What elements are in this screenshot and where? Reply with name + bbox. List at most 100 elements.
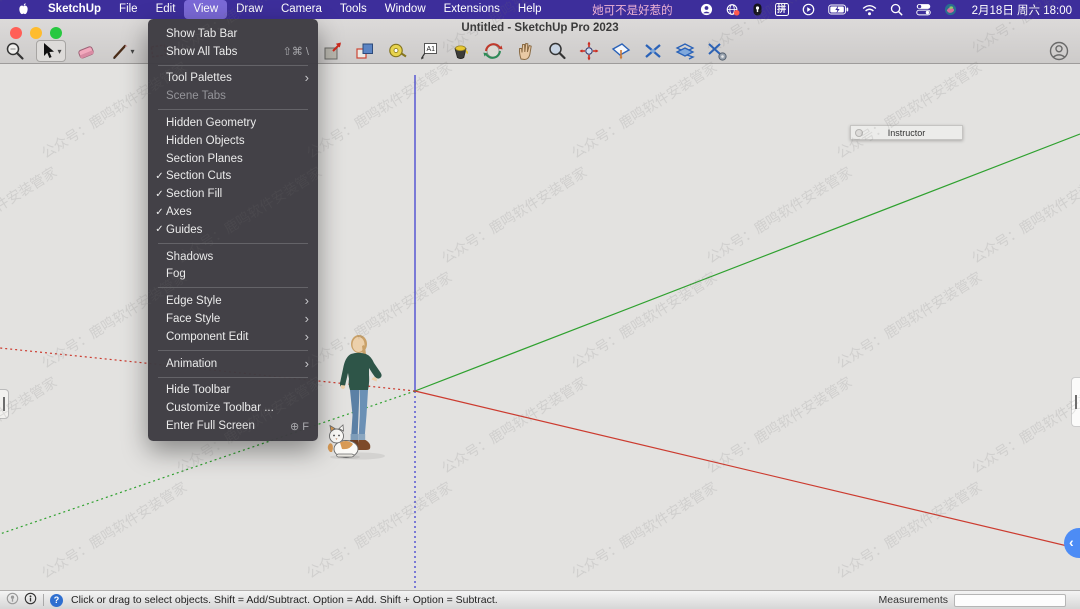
pinyin-input-icon[interactable]: 拼 <box>775 3 789 16</box>
menu-item-label: Section Fill <box>166 188 309 200</box>
checkmark-icon: ✓ <box>153 224 166 235</box>
control-center-icon[interactable] <box>916 3 931 16</box>
display-section-cuts-icon[interactable] <box>642 40 664 62</box>
menu-item-customize-toolbar[interactable]: Customize Toolbar ... <box>148 399 318 417</box>
menubar-item-extensions[interactable]: Extensions <box>435 0 509 19</box>
submenu-arrow-icon: › <box>305 73 309 83</box>
menu-item-tool-palettes[interactable]: Tool Palettes› <box>148 70 318 88</box>
menubar-clock[interactable]: 2月18日 周六 18:00 <box>972 2 1072 18</box>
privacy-indicator-icon[interactable] <box>753 3 762 16</box>
menubar-items: SketchUpFileEditViewDrawCameraToolsWindo… <box>39 0 551 19</box>
push-pull-tool-icon[interactable] <box>322 40 344 62</box>
globe-notification-icon[interactable] <box>726 3 740 16</box>
zoom-tool-icon[interactable] <box>546 40 568 62</box>
status-hint-text: Click or drag to select objects. Shift =… <box>71 594 498 606</box>
dimension-label-glyph: A1 <box>427 46 436 53</box>
menu-item-label: Fog <box>166 268 309 280</box>
menu-item-label: Customize Toolbar ... <box>166 402 309 414</box>
menu-item-label: Section Planes <box>166 153 309 165</box>
orbit-tool-icon[interactable] <box>482 40 504 62</box>
menu-item-face-style[interactable]: Face Style› <box>148 310 318 328</box>
menubar-item-sketchup[interactable]: SketchUp <box>39 0 110 19</box>
select-tool-icon[interactable]: ▾ <box>36 40 66 62</box>
menu-item-animation[interactable]: Animation› <box>148 355 318 373</box>
instructor-close-icon[interactable] <box>855 129 863 137</box>
menu-item-edge-style[interactable]: Edge Style› <box>148 292 318 310</box>
checkmark-icon: ✓ <box>153 189 166 200</box>
menubar-item-file[interactable]: File <box>110 0 147 19</box>
menubar-item-camera[interactable]: Camera <box>272 0 331 19</box>
left-tray-handle[interactable] <box>0 389 9 419</box>
apple-menu[interactable] <box>8 2 39 17</box>
move-tool-icon[interactable] <box>354 40 376 62</box>
menubar-item-draw[interactable]: Draw <box>227 0 272 19</box>
display-section-fill-icon[interactable] <box>674 40 696 62</box>
tape-measure-tool-icon[interactable] <box>386 40 408 62</box>
siri-icon[interactable] <box>944 3 957 16</box>
menu-item-section-planes[interactable]: Section Planes <box>148 150 318 168</box>
menu-item-show-tab-bar[interactable]: Show Tab Bar <box>148 25 318 43</box>
menu-item-shadows[interactable]: Shadows <box>148 248 318 266</box>
line-tool-icon[interactable]: ▾ <box>108 40 138 62</box>
pan-tool-icon[interactable] <box>514 40 536 62</box>
panel-expand-button[interactable]: ‹ <box>1064 528 1080 558</box>
screen-time-icon[interactable] <box>802 3 815 16</box>
menu-item-show-all-tabs[interactable]: Show All Tabs⇧⌘ \ <box>148 43 318 61</box>
paint-bucket-tool-icon[interactable] <box>450 40 472 62</box>
chevron-left-icon: ‹ <box>1069 534 1074 550</box>
menubar-item-tools[interactable]: Tools <box>331 0 376 19</box>
wifi-icon[interactable] <box>862 4 877 16</box>
section-plane-tool-icon[interactable] <box>610 40 632 62</box>
menu-item-guides[interactable]: ✓Guides <box>148 221 318 239</box>
menu-item-hide-toolbar[interactable]: Hide Toolbar <box>148 382 318 400</box>
menu-item-hidden-geometry[interactable]: Hidden Geometry <box>148 114 318 132</box>
spotlight-search-icon[interactable] <box>890 3 903 16</box>
menubar-item-edit[interactable]: Edit <box>147 0 185 19</box>
menu-item-label: Hidden Geometry <box>166 117 309 129</box>
right-tray-handle[interactable] <box>1071 377 1080 427</box>
menu-separator <box>158 377 308 378</box>
measurements-input[interactable] <box>954 594 1066 607</box>
section-settings-icon[interactable] <box>706 40 728 62</box>
geolocation-icon[interactable] <box>6 592 19 608</box>
menubar-item-view[interactable]: View <box>184 0 227 19</box>
menu-item-label: Scene Tabs <box>166 90 309 102</box>
statusbar: ? Click or drag to select objects. Shift… <box>0 590 1080 609</box>
menu-item-section-fill[interactable]: ✓Section Fill <box>148 185 318 203</box>
credit-info-icon[interactable] <box>24 592 37 608</box>
menu-separator <box>158 109 308 110</box>
menubar-item-help[interactable]: Help <box>509 0 551 19</box>
menu-item-shortcut: ⊕ F <box>290 420 309 433</box>
eraser-tool-icon[interactable] <box>76 40 98 62</box>
menu-item-component-edit[interactable]: Component Edit› <box>148 328 318 346</box>
battery-charging-icon[interactable] <box>828 4 849 15</box>
menu-item-section-cuts[interactable]: ✓Section Cuts <box>148 168 318 186</box>
help-icon[interactable]: ? <box>50 594 63 607</box>
line-tool-dropdown[interactable]: ▾ <box>130 47 134 56</box>
menu-item-label: Show Tab Bar <box>166 28 309 40</box>
instructor-panel[interactable]: Instructor <box>850 125 963 140</box>
menubar-status-area: 她可不是好惹的 拼 <box>592 2 1072 18</box>
menu-item-shortcut: ⇧⌘ \ <box>283 45 309 58</box>
view-menu: Show Tab Bar Show All Tabs⇧⌘ \ Tool Palett… <box>148 19 318 441</box>
user-icon[interactable] <box>700 3 713 16</box>
scale-figure-cat[interactable] <box>326 424 364 460</box>
menu-item-label: Edge Style <box>166 295 305 307</box>
search-tool-icon[interactable] <box>4 40 26 62</box>
menu-item-axes[interactable]: ✓Axes <box>148 203 318 221</box>
menu-item-fog[interactable]: Fog <box>148 266 318 284</box>
submenu-arrow-icon: › <box>305 296 309 306</box>
menu-item-scene-tabs: Scene Tabs <box>148 87 318 105</box>
dimension-tool-icon[interactable]: A1 <box>418 40 440 62</box>
menubar-item-window[interactable]: Window <box>376 0 435 19</box>
red-axis-positive <box>415 391 1080 549</box>
zoom-extents-tool-icon[interactable] <box>578 40 600 62</box>
menu-item-hidden-objects[interactable]: Hidden Objects <box>148 132 318 150</box>
account-icon[interactable] <box>1048 40 1070 62</box>
toolbar-left-group: ▾ ▾ <box>4 40 170 62</box>
sketchup-screen: SketchUpFileEditViewDrawCameraToolsWindo… <box>0 0 1080 609</box>
apple-icon <box>17 2 30 17</box>
select-tool-dropdown[interactable]: ▾ <box>57 47 61 56</box>
menu-item-enter-full-screen[interactable]: Enter Full Screen⊕ F <box>148 417 318 435</box>
scale-figure-person[interactable] <box>331 335 395 461</box>
